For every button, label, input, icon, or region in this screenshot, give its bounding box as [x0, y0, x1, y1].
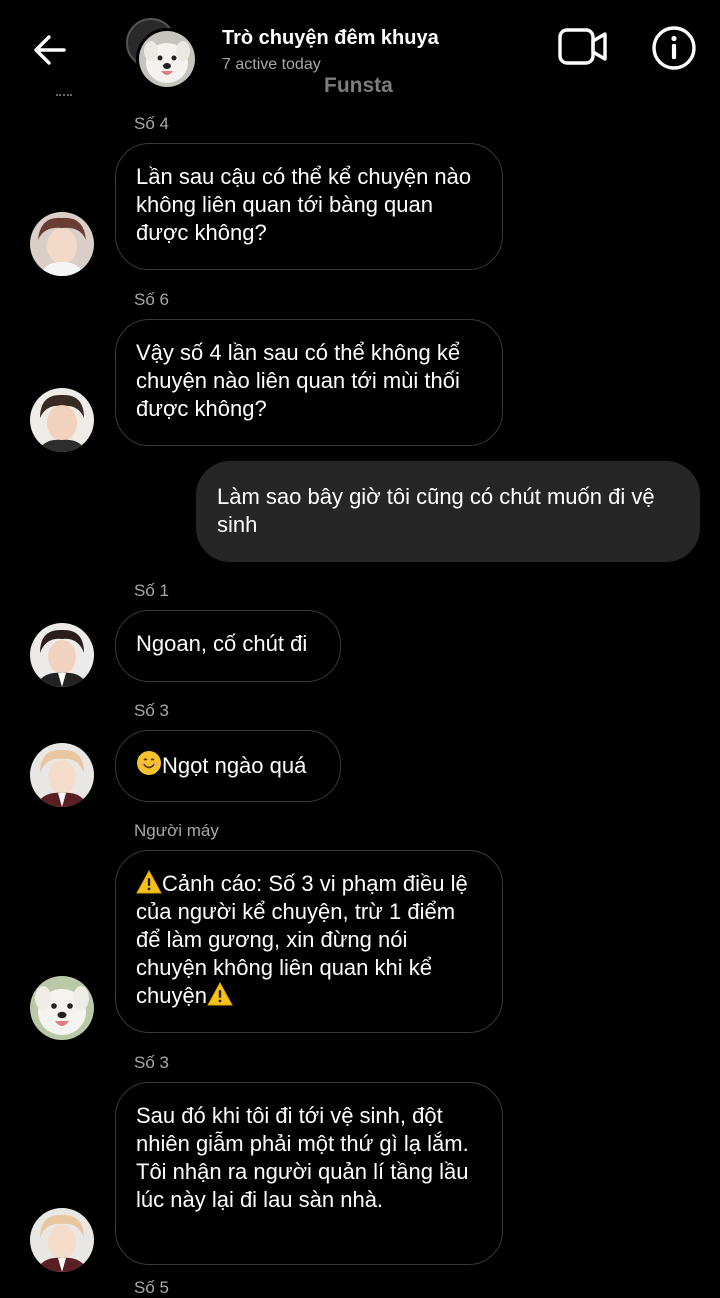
- sender-name: Số 4: [134, 114, 169, 133]
- avatar[interactable]: [30, 212, 94, 276]
- sender-name: Số 5: [134, 1278, 169, 1297]
- message-bubble[interactable]: Vậy số 4 lần sau có thể không kể chuyện …: [115, 319, 503, 446]
- avatar[interactable]: [30, 1208, 94, 1272]
- avatar[interactable]: [30, 743, 94, 807]
- message-bubble[interactable]: Cảnh cáo: Số 3 vi phạm điều lệ của người…: [115, 850, 503, 1033]
- avatar[interactable]: [30, 388, 94, 452]
- info-icon: [652, 26, 696, 70]
- arrow-left-icon: [34, 35, 66, 65]
- sender-name: Số 3: [134, 1053, 169, 1072]
- dog-avatar: [136, 28, 198, 90]
- video-call-button[interactable]: [557, 26, 609, 68]
- outgoing-message-bubble[interactable]: Làm sao bây giờ tôi cũng có chút muốn đi…: [196, 461, 700, 562]
- message-bubble[interactable]: Ngoan, cố chút đi: [115, 610, 341, 682]
- info-button[interactable]: [650, 24, 698, 72]
- group-avatar[interactable]: [126, 18, 198, 90]
- message-text: Cảnh cáo: Số 3 vi phạm điều lệ của người…: [136, 871, 468, 1008]
- watermark: Funsta: [324, 74, 393, 97]
- video-camera-icon: [558, 28, 607, 65]
- chat-title[interactable]: Trò chuyện đêm khuya: [222, 27, 439, 50]
- warning-emoji: [207, 982, 233, 1006]
- message-text: Ngọt ngào quá: [162, 753, 307, 778]
- avatar[interactable]: [30, 623, 94, 687]
- warning-emoji: [136, 870, 162, 894]
- sender-name: Số 3: [134, 701, 169, 720]
- dog-avatar[interactable]: [30, 976, 94, 1040]
- previous-message-fragment: [56, 94, 72, 100]
- sender-name: Số 6: [134, 290, 169, 309]
- sender-name: Người máy: [134, 821, 219, 840]
- message-bubble[interactable]: Sau đó khi tôi đi tới vệ sinh, đột nhiên…: [115, 1082, 503, 1265]
- message-bubble[interactable]: Lần sau cậu có thể kể chuyện nào không l…: [115, 143, 503, 270]
- sender-name: Số 1: [134, 581, 169, 600]
- back-button[interactable]: [28, 28, 72, 72]
- message-bubble[interactable]: Ngọt ngào quá: [115, 730, 341, 802]
- chat-header: Trò chuyện đêm khuya 7 active today Funs…: [0, 0, 720, 100]
- active-status: 7 active today: [222, 56, 321, 73]
- smiling-face-emoji: [137, 751, 161, 775]
